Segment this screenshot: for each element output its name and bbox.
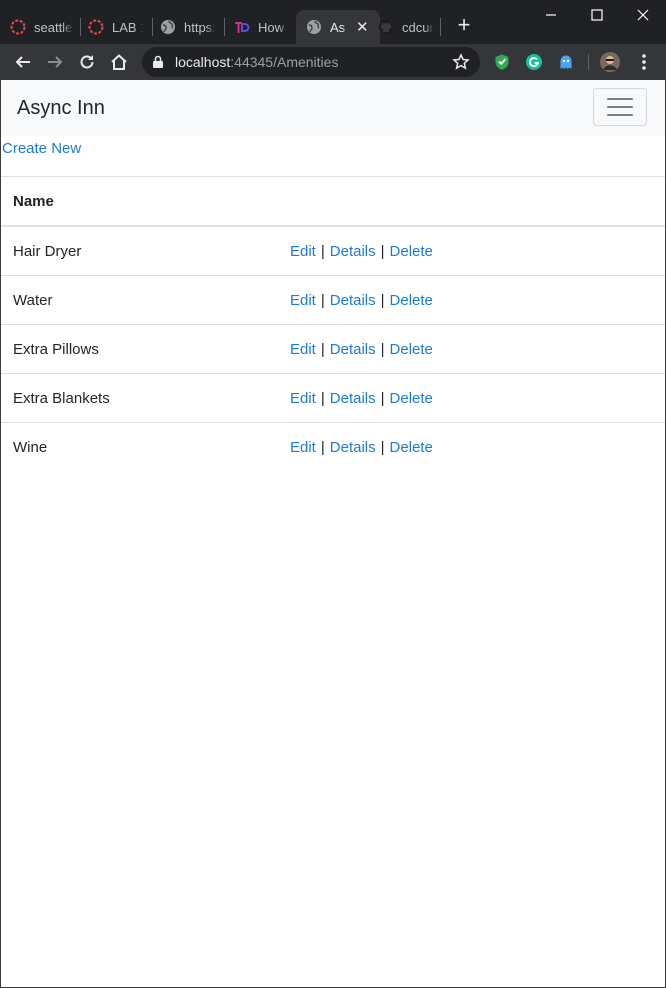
column-header-name: Name [13, 193, 54, 210]
details-link[interactable]: Details [330, 390, 376, 407]
globe-icon [306, 19, 322, 35]
navbar-toggler-button[interactable] [593, 88, 647, 126]
tab-title: seattle [34, 19, 73, 35]
table-row: Water Edit | Details | Delete [1, 275, 665, 324]
tab-title: How t [258, 19, 288, 35]
tab-divider [440, 18, 441, 36]
edit-link[interactable]: Edit [290, 390, 316, 407]
row-actions: Edit | Details | Delete [290, 292, 433, 309]
details-link[interactable]: Details [330, 439, 376, 456]
hamburger-icon-bar [607, 106, 633, 108]
maximize-button[interactable] [574, 0, 620, 30]
tab-title: As [330, 19, 346, 35]
tab-github[interactable]: cdcun [378, 10, 436, 44]
back-button[interactable] [11, 50, 35, 74]
github-icon [378, 19, 394, 35]
lock-icon [153, 55, 163, 68]
home-button[interactable] [107, 50, 131, 74]
back-arrow-icon [15, 56, 30, 68]
table-header-row: Name [1, 176, 665, 226]
edit-link[interactable]: Edit [290, 292, 316, 309]
hamburger-icon-bar [607, 114, 633, 116]
toolbar-divider [588, 54, 589, 70]
maximize-icon [591, 9, 603, 21]
close-icon [637, 9, 649, 21]
browser-toolbar: localhost:44345/Amenities [0, 44, 666, 80]
url-host: localhost [175, 54, 231, 70]
home-icon [111, 54, 127, 70]
site-navbar: Async Inn [1, 80, 665, 136]
codefellows-icon [10, 19, 26, 35]
codefellows-icon [88, 19, 104, 35]
details-link[interactable]: Details [330, 243, 376, 260]
ghost-extension-icon[interactable] [556, 52, 576, 72]
profile-avatar[interactable] [600, 52, 620, 72]
amenity-name: Water [13, 292, 53, 309]
tab-title: cdcun [402, 19, 434, 35]
tab-asyncinn-active[interactable]: As ✕ [296, 10, 380, 44]
shield-extension-icon[interactable] [492, 52, 512, 72]
edit-link[interactable]: Edit [290, 243, 316, 260]
bookmark-star-icon[interactable] [452, 53, 470, 71]
delete-link[interactable]: Delete [390, 390, 433, 407]
forward-button[interactable] [43, 50, 67, 74]
window-frame [0, 0, 666, 988]
table-row: Hair Dryer Edit | Details | Delete [1, 226, 665, 275]
minimize-icon [546, 14, 556, 16]
globe-icon [160, 19, 176, 35]
hamburger-icon-bar [607, 98, 633, 100]
tab-howto[interactable]: How t [234, 10, 292, 44]
row-actions: Edit | Details | Delete [290, 439, 433, 456]
amenity-name: Extra Blankets [13, 390, 110, 407]
menu-kebab-icon[interactable] [634, 52, 654, 72]
tab-divider [80, 18, 81, 36]
table-row: Wine Edit | Details | Delete [1, 422, 665, 471]
table-row: Extra Pillows Edit | Details | Delete [1, 324, 665, 373]
url-text: localhost:44345/Amenities [175, 54, 338, 70]
url-path: :44345/Amenities [230, 54, 339, 70]
td-icon [234, 19, 250, 35]
delete-link[interactable]: Delete [390, 341, 433, 358]
address-bar[interactable]: localhost:44345/Amenities [142, 47, 480, 77]
amenity-name: Extra Pillows [13, 341, 99, 358]
grammarly-icon[interactable] [524, 52, 544, 72]
details-link[interactable]: Details [330, 341, 376, 358]
tab-title: https: [184, 19, 216, 35]
amenities-table: Name Hair Dryer Edit | Details | Delete Wate… [1, 176, 665, 471]
tab-divider [152, 18, 153, 36]
row-actions: Edit | Details | Delete [290, 390, 433, 407]
new-tab-button[interactable]: + [452, 14, 476, 38]
row-actions: Edit | Details | Delete [290, 243, 433, 260]
tab-divider [224, 18, 225, 36]
row-actions: Edit | Details | Delete [290, 341, 433, 358]
table-row: Extra Blankets Edit | Details | Delete [1, 373, 665, 422]
reload-icon [80, 55, 94, 69]
edit-link[interactable]: Edit [290, 341, 316, 358]
tab-https[interactable]: https: [160, 10, 220, 44]
create-new-link[interactable]: Create New [2, 140, 81, 157]
delete-link[interactable]: Delete [390, 439, 433, 456]
minimize-button[interactable] [528, 0, 574, 30]
delete-link[interactable]: Delete [390, 243, 433, 260]
reload-button[interactable] [75, 50, 99, 74]
details-link[interactable]: Details [330, 292, 376, 309]
tab-seattle[interactable]: seattle [10, 10, 74, 44]
delete-link[interactable]: Delete [390, 292, 433, 309]
amenity-name: Wine [13, 439, 48, 456]
close-icon[interactable]: ✕ [356, 20, 369, 35]
close-window-button[interactable] [620, 0, 666, 30]
forward-arrow-icon [48, 56, 63, 68]
tab-strip: seattle LAB 1 https: How t As ✕ cdcun + [0, 0, 666, 44]
amenity-name: Hair Dryer [13, 243, 82, 260]
edit-link[interactable]: Edit [290, 439, 316, 456]
navbar-brand[interactable]: Async Inn [17, 97, 105, 120]
tab-lab1[interactable]: LAB 1 [88, 10, 146, 44]
tab-title: LAB 1 [112, 19, 144, 35]
